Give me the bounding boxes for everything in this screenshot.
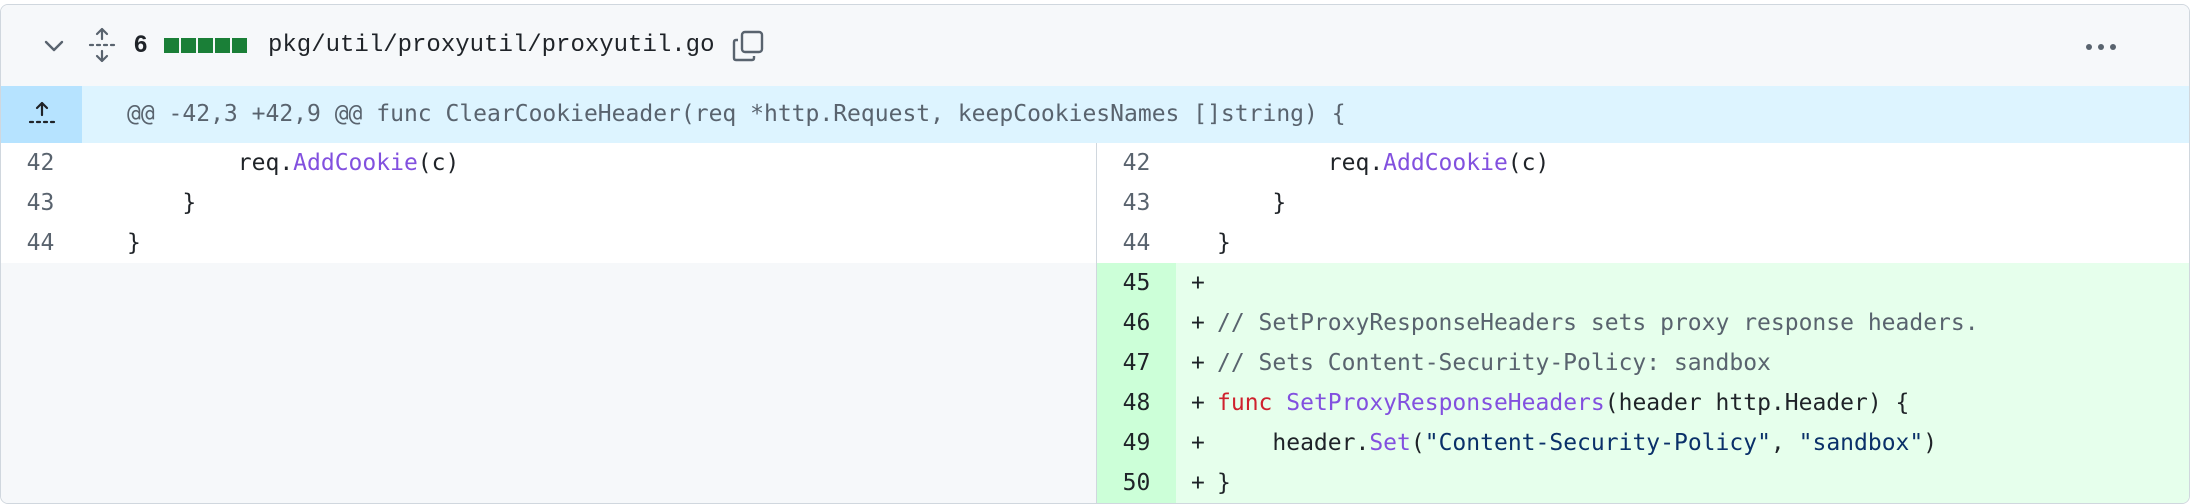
diff-row: 46 + // SetProxyResponseHeaders sets pro…	[1, 303, 2189, 343]
new-line: 44 }	[1096, 223, 2189, 263]
expand-up-button[interactable]	[1, 86, 82, 143]
added-line: 47 + // Sets Content-Security-Policy: sa…	[1096, 343, 2189, 383]
code-line: // Sets Content-Security-Policy: sandbox	[1217, 350, 1771, 376]
hunk-header: @@ -42,3 +42,9 @@ func ClearCookieHeader…	[1, 86, 2189, 143]
diff-row: 43 } 43 }	[1, 183, 2189, 223]
new-line: 42 req.AddCookie(c)	[1096, 143, 2189, 183]
new-line-number[interactable]: 46	[1097, 303, 1176, 343]
diff-file: 6 pkg/util/proxyutil/proxyutil.go @@ -42…	[0, 4, 2190, 504]
empty-line	[1, 303, 1096, 343]
copy-icon[interactable]	[731, 29, 765, 63]
code-line: }	[1217, 190, 1287, 216]
code-line: // SetProxyResponseHeaders sets proxy re…	[1217, 310, 1979, 336]
new-line-number[interactable]: 49	[1097, 423, 1176, 463]
old-line-number[interactable]: 44	[1, 223, 80, 263]
diff-row: 44 } 44 }	[1, 223, 2189, 263]
kebab-horizontal-icon[interactable]	[2081, 35, 2121, 59]
addition-marker: +	[1191, 310, 1205, 336]
code-line: }	[1217, 470, 1231, 496]
addition-marker: +	[1191, 470, 1205, 496]
diff-row: 49 + header.Set("Content-Security-Policy…	[1, 423, 2189, 463]
old-line: 42 req.AddCookie(c)	[1, 143, 1096, 183]
code-line: func SetProxyResponseHeaders(header http…	[1217, 390, 1910, 416]
added-line: 46 + // SetProxyResponseHeaders sets pro…	[1096, 303, 2189, 343]
new-line-number[interactable]: 50	[1097, 463, 1176, 503]
code-line: req.AddCookie(c)	[237, 150, 460, 176]
file-header: 6 pkg/util/proxyutil/proxyutil.go	[1, 5, 2189, 87]
addition-marker: +	[1191, 430, 1205, 456]
addition-marker: +	[1191, 270, 1205, 296]
hunk-header-text: @@ -42,3 +42,9 @@ func ClearCookieHeader…	[127, 101, 1346, 127]
expand-up-icon	[28, 101, 56, 124]
code-line: header.Set("Content-Security-Policy", "s…	[1272, 430, 1938, 456]
diffstat-bar	[164, 38, 247, 53]
diffstat-block	[232, 38, 247, 53]
new-line-number[interactable]: 43	[1097, 183, 1176, 223]
new-line-number[interactable]: 48	[1097, 383, 1176, 423]
added-line: 49 + header.Set("Content-Security-Policy…	[1096, 423, 2189, 463]
empty-line	[1, 383, 1096, 423]
new-line-number[interactable]: 45	[1097, 263, 1176, 303]
diff-row: 47 + // Sets Content-Security-Policy: sa…	[1, 343, 2189, 383]
diffstat-block	[198, 38, 213, 53]
old-line: 43 }	[1, 183, 1096, 223]
code-line: }	[1217, 230, 1231, 256]
added-line: 48 + func SetProxyResponseHeaders(header…	[1096, 383, 2189, 423]
new-line-number[interactable]: 44	[1097, 223, 1176, 263]
added-line: 50 + }	[1096, 463, 2189, 503]
diff-row: 48 + func SetProxyResponseHeaders(header…	[1, 383, 2189, 423]
empty-line	[1, 343, 1096, 383]
expand-all-icon[interactable]	[87, 27, 117, 63]
diffstat-block	[164, 38, 179, 53]
diffstat-block	[181, 38, 196, 53]
file-path-link[interactable]: pkg/util/proxyutil/proxyutil.go	[268, 32, 714, 59]
code-line: req.AddCookie(c)	[1327, 150, 1550, 176]
new-line-number[interactable]: 42	[1097, 143, 1176, 183]
diffstat-block	[215, 38, 230, 53]
added-line: 45 +	[1096, 263, 2189, 303]
diff-row: 45 +	[1, 263, 2189, 303]
empty-line	[1, 263, 1096, 303]
addition-marker: +	[1191, 390, 1205, 416]
diff-row: 50 + }	[1, 463, 2189, 503]
code-line: }	[127, 230, 141, 256]
new-line: 43 }	[1096, 183, 2189, 223]
old-line-number[interactable]: 42	[1, 143, 80, 183]
old-line: 44 }	[1, 223, 1096, 263]
empty-line	[1, 463, 1096, 503]
changes-count: 6	[134, 31, 148, 58]
diff-row: 42 req.AddCookie(c) 42 req.AddCookie(c)	[1, 143, 2189, 183]
new-line-number[interactable]: 47	[1097, 343, 1176, 383]
addition-marker: +	[1191, 350, 1205, 376]
empty-line	[1, 423, 1096, 463]
chevron-down-icon[interactable]	[41, 33, 67, 59]
old-line-number[interactable]: 43	[1, 183, 80, 223]
code-line: }	[127, 190, 197, 216]
